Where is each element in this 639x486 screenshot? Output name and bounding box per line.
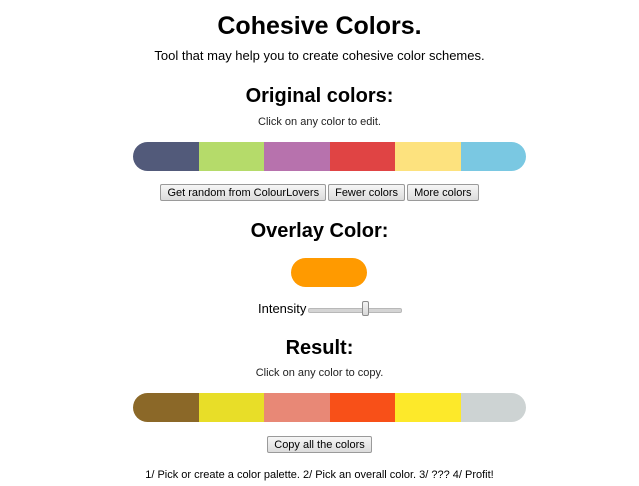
overlay-color-swatch[interactable] <box>291 258 367 287</box>
original-palette <box>133 142 526 171</box>
page-title: Cohesive Colors. <box>217 12 422 40</box>
result-palette <box>133 393 526 422</box>
more-colors-button[interactable]: More colors <box>407 184 479 201</box>
result-swatch[interactable] <box>133 393 199 422</box>
result-swatch[interactable] <box>329 393 395 422</box>
result-controls: Copy all the colors <box>0 436 639 453</box>
original-swatch[interactable] <box>264 142 330 171</box>
result-swatch[interactable] <box>460 393 526 422</box>
original-swatch[interactable] <box>395 142 461 171</box>
fewer-colors-button[interactable]: Fewer colors <box>328 184 406 201</box>
page-subtitle: Tool that may help you to create cohesiv… <box>154 48 485 63</box>
random-colourlovers-button[interactable]: Get random from ColourLovers <box>160 184 327 201</box>
original-swatch[interactable] <box>198 142 264 171</box>
copy-all-colors-button[interactable]: Copy all the colors <box>267 436 372 453</box>
result-swatch[interactable] <box>395 393 461 422</box>
result-swatch[interactable] <box>264 393 330 422</box>
original-swatch[interactable] <box>460 142 526 171</box>
original-colors-heading: Original colors: <box>245 85 394 107</box>
result-hint: Click on any color to copy. <box>255 367 384 379</box>
palette-controls: Get random from ColourLovers Fewer color… <box>0 184 639 201</box>
original-colors-hint: Click on any color to edit. <box>258 116 381 128</box>
intensity-slider-track[interactable] <box>308 308 402 313</box>
intensity-label: Intensity <box>258 301 307 316</box>
instructions-footer: 1/ Pick or create a color palette. 2/ Pi… <box>145 469 494 481</box>
overlay-color-heading: Overlay Color: <box>250 220 389 242</box>
result-swatch[interactable] <box>198 393 264 422</box>
original-swatch[interactable] <box>329 142 395 171</box>
intensity-slider-thumb[interactable] <box>362 301 370 316</box>
original-swatch[interactable] <box>133 142 199 171</box>
result-heading: Result: <box>285 337 354 359</box>
